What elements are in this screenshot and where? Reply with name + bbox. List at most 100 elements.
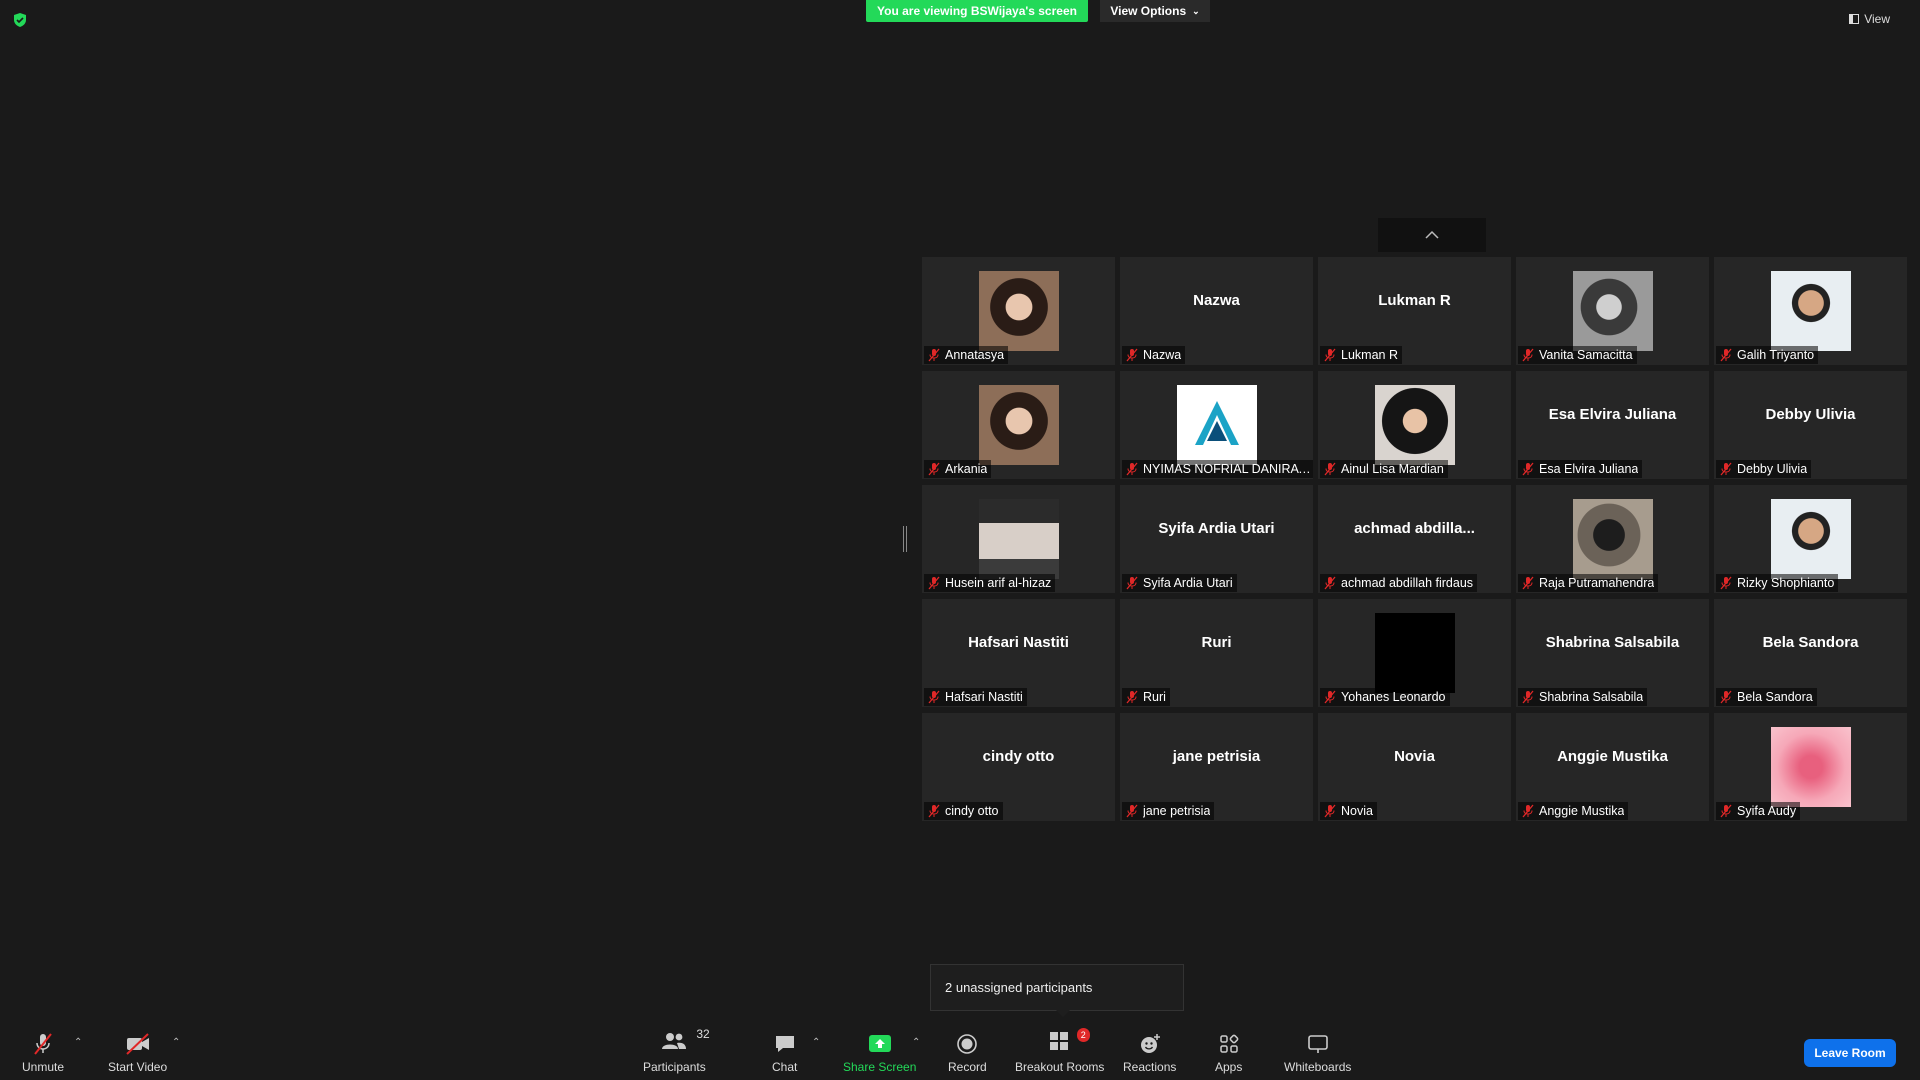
participant-tile[interactable]: NYIMAS NOFRIAL DANIRA ...	[1120, 371, 1313, 479]
view-button[interactable]: View	[1849, 12, 1890, 26]
participant-display-name: Bela Sandora	[1762, 633, 1859, 651]
participant-name-label: Shabrina Salsabila	[1518, 688, 1648, 706]
participants-count: 32	[696, 1027, 710, 1041]
leave-room-label: Leave Room	[1814, 1046, 1886, 1060]
participant-name: Bela Sandora	[1737, 690, 1813, 704]
record-button[interactable]: Record	[948, 1032, 987, 1074]
participant-tile[interactable]: Husein arif al-hizaz	[922, 485, 1115, 593]
muted-mic-icon	[1126, 462, 1138, 476]
participant-tile[interactable]: cindy otto cindy otto	[922, 713, 1115, 821]
participant-display-name: Lukman R	[1378, 291, 1451, 309]
participant-avatar	[1770, 271, 1851, 351]
viewing-screen-text: You are viewing BSWijaya's screen	[877, 4, 1077, 18]
participant-name-label: Vanita Samacitta	[1518, 346, 1637, 364]
participant-name: Novia	[1341, 804, 1373, 818]
participant-name: Ruri	[1143, 690, 1166, 704]
breakout-rooms-button[interactable]: 2 Breakout Rooms	[1015, 1028, 1104, 1074]
share-screen-button[interactable]: Share Screen	[843, 1032, 916, 1074]
participant-name-label: Raja Putramahendra	[1518, 574, 1659, 592]
participant-tile[interactable]: Shabrina Salsabila Shabrina Salsabila	[1516, 599, 1709, 707]
participant-name-label: Rizky Shophianto	[1716, 574, 1839, 592]
participant-avatar	[1572, 499, 1653, 579]
participant-tile[interactable]: Anggie Mustika Anggie Mustika	[1516, 713, 1709, 821]
participant-display-name: achmad abdilla...	[1354, 519, 1475, 537]
muted-mic-icon	[928, 348, 940, 362]
participant-tile[interactable]: Arkania	[922, 371, 1115, 479]
participant-name-label: Nazwa	[1122, 346, 1186, 364]
participant-name: Annatasya	[945, 348, 1005, 362]
muted-mic-icon	[1126, 348, 1138, 362]
breakout-badge: 2	[1076, 1028, 1090, 1042]
participant-name-label: Syifa Audy	[1716, 802, 1801, 820]
participant-tile[interactable]: Galih Triyanto	[1714, 257, 1907, 365]
participant-tile[interactable]: Syifa Ardia Utari Syifa Ardia Utari	[1120, 485, 1313, 593]
muted-mic-icon	[1720, 804, 1732, 818]
participant-tile[interactable]: Vanita Samacitta	[1516, 257, 1709, 365]
muted-mic-icon	[1324, 690, 1336, 704]
reactions-label: Reactions	[1123, 1060, 1177, 1074]
participant-tile[interactable]: Lukman R Lukman R	[1318, 257, 1511, 365]
participant-tile[interactable]: Rizky Shophianto	[1714, 485, 1907, 593]
participant-tile[interactable]: jane petrisia jane petrisia	[1120, 713, 1313, 821]
participant-name: Arkania	[945, 462, 988, 476]
reactions-icon	[1140, 1034, 1160, 1053]
chat-button[interactable]: Chat	[772, 1032, 797, 1074]
start-video-label: Start Video	[108, 1060, 168, 1074]
muted-mic-icon	[1720, 462, 1732, 476]
participant-tile[interactable]: Nazwa Nazwa	[1120, 257, 1313, 365]
participant-tile[interactable]: Hafsari Nastiti Hafsari Nastiti	[922, 599, 1115, 707]
participant-tile[interactable]: Bela Sandora Bela Sandora	[1714, 599, 1907, 707]
chat-options-caret[interactable]: ⌃	[812, 1037, 820, 1048]
participant-name-label: NYIMAS NOFRIAL DANIRA ...	[1122, 460, 1313, 478]
muted-mic-icon	[1126, 804, 1138, 818]
participant-display-name: jane petrisia	[1172, 747, 1261, 765]
participant-tile[interactable]: Yohanes Leonardo	[1318, 599, 1511, 707]
participant-tile[interactable]: Syifa Audy	[1714, 713, 1907, 821]
view-label: View	[1864, 12, 1890, 26]
participant-name: Raja Putramahendra	[1539, 576, 1655, 590]
participant-name-label: jane petrisia	[1122, 802, 1215, 820]
participant-tile[interactable]: Ruri Ruri	[1120, 599, 1313, 707]
share-options-caret[interactable]: ⌃	[912, 1037, 920, 1048]
muted-mic-icon	[1522, 348, 1534, 362]
participant-name: Husein arif al-hizaz	[945, 576, 1052, 590]
participant-tile[interactable]: Raja Putramahendra	[1516, 485, 1709, 593]
participant-tile[interactable]: Novia Novia	[1318, 713, 1511, 821]
unmute-button[interactable]: Unmute	[22, 1032, 64, 1074]
scroll-up-button[interactable]	[1378, 218, 1486, 252]
participant-tile[interactable]: Esa Elvira Juliana Esa Elvira Juliana	[1516, 371, 1709, 479]
resize-handle[interactable]	[903, 526, 907, 552]
meeting-toolbar: Unmute ⌃ Start Video ⌃ 32 Participants C…	[0, 1020, 1920, 1080]
participant-name-label: Ainul Lisa Mardian	[1320, 460, 1448, 478]
start-video-button[interactable]: Start Video	[108, 1032, 167, 1074]
participant-tile[interactable]: achmad abdilla... achmad abdillah firdaus	[1318, 485, 1511, 593]
participant-tile[interactable]: Ainul Lisa Mardian	[1318, 371, 1511, 479]
breakout-rooms-icon	[1049, 1032, 1068, 1050]
muted-mic-icon	[1324, 348, 1336, 362]
video-options-caret[interactable]: ⌃	[172, 1037, 180, 1048]
muted-mic-icon	[1522, 804, 1534, 818]
participant-tile[interactable]: Annatasya	[922, 257, 1115, 365]
participant-display-name: Syifa Ardia Utari	[1158, 519, 1275, 537]
participant-tile[interactable]: Debby Ulivia Debby Ulivia	[1714, 371, 1907, 479]
view-options-button[interactable]: View Options ⌄	[1100, 0, 1210, 22]
participant-name-label: Ruri	[1122, 688, 1170, 706]
participants-button[interactable]: 32 Participants	[643, 1027, 710, 1074]
tooltip-text: 2 unassigned participants	[945, 980, 1093, 995]
muted-mic-icon	[1522, 690, 1534, 704]
security-shield-icon[interactable]	[12, 12, 28, 28]
muted-mic-icon	[1720, 690, 1732, 704]
participant-name-label: Annatasya	[924, 346, 1009, 364]
reactions-button[interactable]: Reactions	[1123, 1032, 1176, 1074]
participant-name: Lukman R	[1341, 348, 1398, 362]
grid-view-icon	[1849, 14, 1860, 24]
participant-name: Debby Ulivia	[1737, 462, 1808, 476]
share-screen-icon	[868, 1035, 891, 1052]
whiteboards-button[interactable]: Whiteboards	[1284, 1032, 1351, 1074]
whiteboard-icon	[1307, 1035, 1328, 1053]
muted-mic-icon	[928, 576, 940, 590]
muted-mic-icon	[1720, 576, 1732, 590]
apps-button[interactable]: Apps	[1215, 1032, 1242, 1074]
leave-room-button[interactable]: Leave Room	[1804, 1039, 1896, 1067]
audio-options-caret[interactable]: ⌃	[74, 1037, 82, 1048]
